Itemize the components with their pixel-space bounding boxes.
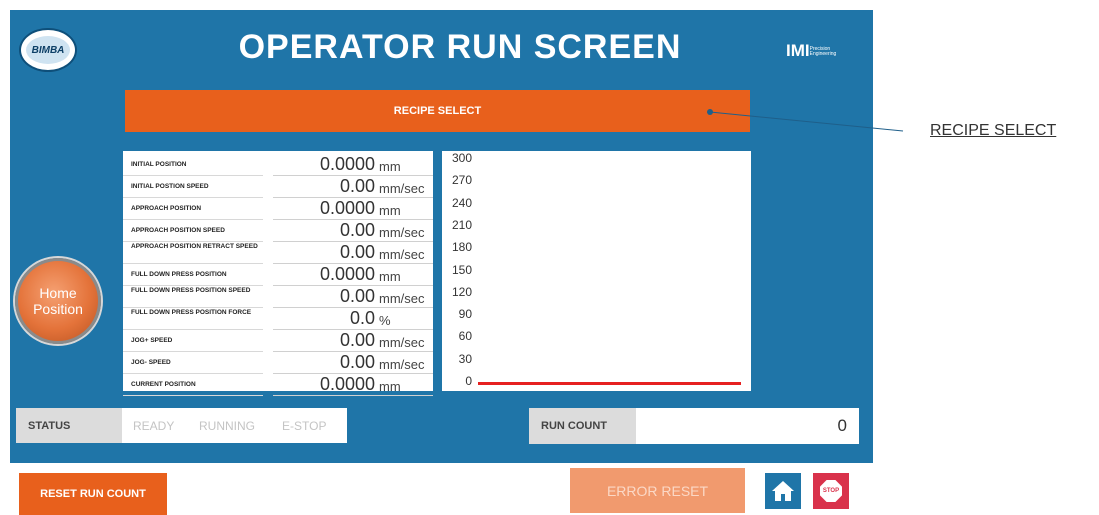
callout-leader-line xyxy=(707,109,904,132)
callout-label: RECIPE SELECT xyxy=(930,122,1057,139)
